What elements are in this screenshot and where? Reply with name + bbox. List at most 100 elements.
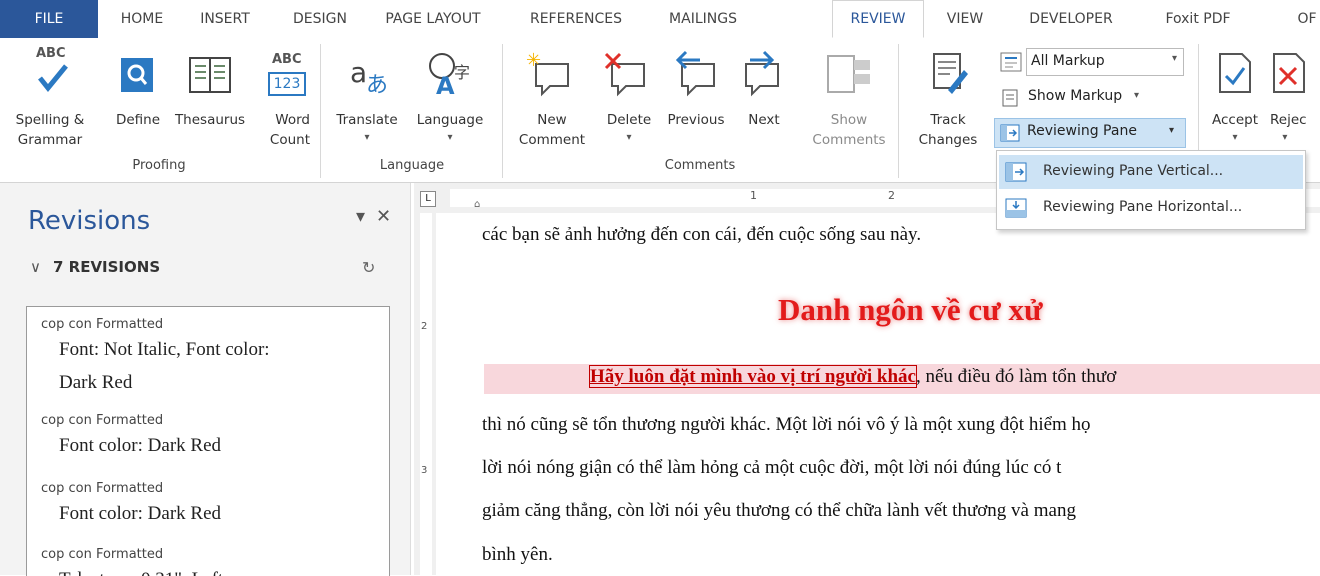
thesaurus-book-icon [168,44,252,104]
delete-label: Delete [606,112,652,128]
all-markup-arrow: ▾ [1171,53,1177,64]
document-heading: Danh ngôn về cư xử [778,292,1043,327]
tab-design[interactable]: DESIGN [282,0,358,38]
track-changes-button[interactable]: Track Changes [904,44,992,156]
pane-horizontal-icon [1005,198,1027,218]
accept-dropdown-arrow: ▾ [1232,132,1238,143]
menu-item-reviewing-pane-horizontal[interactable]: Reviewing Pane Horizontal... [999,191,1303,225]
svg-text:✳: ✳ [526,50,541,71]
delete-comment-icon [596,44,662,104]
tab-selector[interactable]: L [420,191,436,207]
ruler-number: 1 [750,189,757,202]
revision-detail: Tab stops: 0.31", Left [59,565,223,576]
menu-item-reviewing-pane-vertical[interactable]: Reviewing Pane Vertical... [999,155,1303,189]
thesaurus-button[interactable]: Thesaurus [168,44,252,156]
indent-marker-icon[interactable]: ⌂ [474,199,480,210]
tab-references[interactable]: REFERENCES [518,0,634,38]
tab-mailings[interactable]: MAILINGS [656,0,750,38]
document-line-revision: Hãy luôn đặt mình vào vị trí người khác,… [589,365,1117,388]
display-for-review-combo[interactable]: All Markup ▾ [996,48,1184,76]
revision-detail: Font: Not Italic, Font color: [59,339,270,360]
tab-file[interactable]: FILE [0,0,98,38]
revision-author: cop con Formatted [41,481,164,496]
word-count-label: Word Count [269,112,310,148]
define-icon [108,44,168,104]
revisions-list: cop con Formatted Font: Not Italic, Font… [26,306,390,576]
svg-text:字: 字 [454,63,470,82]
show-comments-button[interactable]: Show Comments [804,44,894,156]
tab-insert[interactable]: INSERT [190,0,260,38]
collapse-chevron-icon: ∨ [30,258,41,276]
ribbon-tab-bar: FILE HOME INSERT DESIGN PAGE LAYOUT REFE… [0,0,1320,39]
revision-detail: Font color: Dark Red [59,503,222,524]
track-changes-label: Track Changes [918,112,978,148]
delete-comment-button[interactable]: Delete ▾ [596,44,662,156]
tab-foxit-pdf[interactable]: Foxit PDF [1158,0,1238,38]
language-button[interactable]: A字 Language ▾ [408,44,492,156]
word-count-icon-num: 123 [268,72,306,96]
reject-icon [1266,44,1320,104]
document-line: thì nó cũng sẽ tổn thương người khác. Mộ… [482,414,1091,435]
define-label: Define [115,112,161,128]
group-separator [898,44,899,178]
tab-page-layout[interactable]: PAGE LAYOUT [372,0,494,38]
accept-button[interactable]: Accept ▾ [1204,44,1266,156]
all-markup-value: All Markup [1031,53,1105,69]
word-count-button[interactable]: ABC 123 Word Count [254,44,316,156]
show-markup-button[interactable]: Show Markup ▾ [996,84,1146,112]
tab-home[interactable]: HOME [112,0,172,38]
revision-detail: Font color: Dark Red [59,435,222,456]
menu-item-label: Reviewing Pane Horizontal... [1043,199,1243,215]
tab-office-more[interactable]: OF [1294,0,1320,38]
show-markup-icon [1000,88,1022,108]
svg-text:あ: あ [366,73,388,98]
language-globe-icon: A字 [408,44,492,104]
spelling-grammar-button[interactable]: ABC Spelling & Grammar [0,44,100,156]
show-markup-arrow: ▾ [1134,90,1140,101]
document-line: bình yên. [482,544,553,565]
document-line: lời nói nóng giận có thể làm hỏng cả một… [482,457,1062,478]
reviewing-pane-button[interactable]: Reviewing Pane ▾ [994,118,1186,148]
document-line-rest: , nếu điều đó làm tổn thươ [915,366,1117,387]
tab-view[interactable]: VIEW [938,0,992,38]
ruler-number: 3 [421,465,428,476]
refresh-icon[interactable]: ↻ [362,258,375,277]
word-count-icon: ABC 123 [254,44,316,104]
new-comment-icon: ✳ [512,44,592,104]
track-changes-icon [904,44,992,104]
reject-button[interactable]: Rejec ▾ [1266,44,1320,156]
revision-detail: Dark Red [59,372,133,393]
ruler-number: 2 [421,321,428,332]
reviewing-pane-menu: Reviewing Pane Vertical... Reviewing Pan… [996,150,1306,230]
show-comments-icon [804,44,894,104]
translate-button[interactable]: aあ Translate ▾ [328,44,406,156]
group-separator [320,44,321,178]
new-comment-button[interactable]: ✳ New Comment [512,44,592,156]
define-button[interactable]: Define [108,44,168,156]
accept-label: Accept [1211,112,1258,128]
group-language-label: Language [379,158,445,173]
pane-options-chevron-icon[interactable]: ▾ [356,206,365,227]
word-count-icon-abc: ABC [272,52,302,67]
reviewing-pane-icon [999,123,1021,143]
tab-review[interactable]: REVIEW [832,0,924,38]
previous-comment-button[interactable]: Previous [660,44,732,156]
tab-developer[interactable]: DEVELOPER [1016,0,1126,38]
pane-close-icon[interactable]: ✕ [376,206,391,227]
revisions-pane-title: Revisions [28,206,151,236]
language-dropdown-arrow: ▾ [447,132,453,143]
language-label: Language [416,112,484,128]
all-markup-select[interactable]: All Markup ▾ [1026,48,1184,76]
pane-vertical-icon [1005,162,1027,182]
vertical-ruler[interactable]: 2 3 [414,213,436,575]
thesaurus-label: Thesaurus [174,112,246,128]
accept-icon [1204,44,1266,104]
ruler-number: 2 [888,189,895,202]
next-comment-button[interactable]: Next [732,44,796,156]
revisions-count-header[interactable]: ∨ 7 REVISIONS [30,258,160,276]
menu-item-label: Reviewing Pane Vertical... [1043,163,1224,179]
svg-text:a: a [350,56,367,89]
previous-label: Previous [667,112,725,128]
reviewing-pane-arrow: ▾ [1169,125,1175,136]
translate-icon: aあ [328,44,406,104]
